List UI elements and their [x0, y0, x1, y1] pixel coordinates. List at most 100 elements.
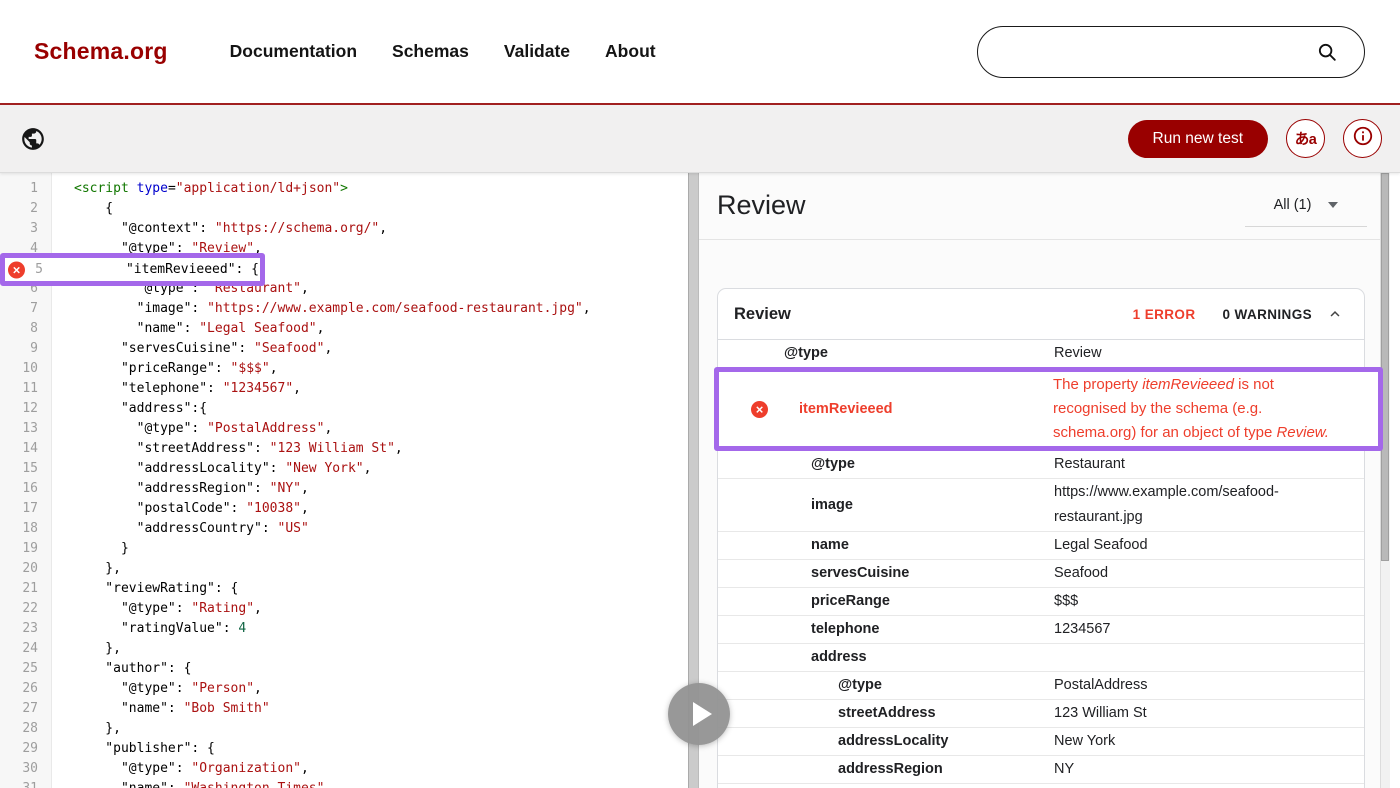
- line-number: 17: [0, 499, 38, 519]
- error-line-code: "itemRevieeed": {: [79, 262, 259, 277]
- collapse-card-button[interactable]: [1322, 301, 1348, 327]
- line-number: 13: [0, 419, 38, 439]
- property-value: Review: [1054, 340, 1306, 367]
- schema-org-logo[interactable]: Schema.org: [34, 38, 168, 65]
- filter-label: All (1): [1274, 197, 1312, 213]
- line-number: 22: [0, 599, 38, 619]
- status-badges: 1 ERROR 0 WARNINGS: [1133, 307, 1312, 322]
- code-line[interactable]: 20 },: [0, 559, 688, 579]
- code-line[interactable]: 11 "telephone": "1234567",: [0, 379, 688, 399]
- line-number: 10: [0, 359, 38, 379]
- property-value: PostalAddress: [1054, 672, 1306, 699]
- error-row: ×itemRevieeedThe property itemRevieeed i…: [714, 367, 1383, 451]
- line-number: 31: [0, 779, 38, 788]
- nav-item-validate[interactable]: Validate: [504, 41, 570, 62]
- code-text: {: [74, 201, 113, 216]
- code-line[interactable]: 7 "image": "https://www.example.com/seaf…: [0, 299, 688, 319]
- code-text: },: [74, 641, 121, 656]
- line-number: 9: [0, 339, 38, 359]
- code-line[interactable]: 9 "servesCuisine": "Seafood",: [0, 339, 688, 359]
- toolbar-actions: Run new test あa: [1128, 119, 1382, 158]
- code-line[interactable]: 24 },: [0, 639, 688, 659]
- results-panel: Review All (1) Review 1 ERROR 0 WARNINGS: [699, 173, 1390, 788]
- globe-icon[interactable]: [20, 126, 46, 152]
- code-text: "reviewRating": {: [74, 581, 238, 596]
- code-line[interactable]: 31 "name": "Washington Times": [0, 779, 688, 788]
- line-number: 30: [0, 759, 38, 779]
- code-line[interactable]: 27 "name": "Bob Smith": [0, 699, 688, 719]
- code-line[interactable]: 30 "@type": "Organization",: [0, 759, 688, 779]
- property-name: streetAddress: [718, 700, 1054, 727]
- info-button[interactable]: [1343, 119, 1382, 158]
- code-line[interactable]: 18 "addressCountry": "US": [0, 519, 688, 539]
- code-line[interactable]: 2 {: [0, 199, 688, 219]
- code-line[interactable]: 25 "author": {: [0, 659, 688, 679]
- code-line[interactable]: 22 "@type": "Rating",: [0, 599, 688, 619]
- results-filter-dropdown[interactable]: All (1): [1245, 197, 1367, 227]
- property-value: https://www.example.com/seafood-restaura…: [1054, 479, 1306, 531]
- code-text: "addressCountry": "US": [74, 521, 309, 536]
- code-line[interactable]: 19 }: [0, 539, 688, 559]
- property-name: addressRegion: [718, 756, 1054, 783]
- line-number: 11: [0, 379, 38, 399]
- table-row: @typePostalAddress: [718, 672, 1364, 700]
- property-value: Seafood: [1054, 560, 1306, 587]
- search-input[interactable]: [1000, 43, 1316, 61]
- results-scrollbar[interactable]: [1380, 173, 1390, 788]
- line-number: 21: [0, 579, 38, 599]
- code-line[interactable]: 23 "ratingValue": 4: [0, 619, 688, 639]
- line-number: 20: [0, 559, 38, 579]
- line-number: 29: [0, 739, 38, 759]
- code-text: },: [74, 561, 121, 576]
- code-text: "ratingValue": 4: [74, 621, 246, 636]
- property-table: @typeReview×itemRevieeedThe property ite…: [718, 340, 1364, 788]
- table-row: imagehttps://www.example.com/seafood-res…: [718, 479, 1364, 532]
- code-line[interactable]: 17 "postalCode": "10038",: [0, 499, 688, 519]
- property-value: 10038: [1054, 784, 1306, 788]
- code-text: "author": {: [74, 661, 191, 676]
- code-line[interactable]: 21 "reviewRating": {: [0, 579, 688, 599]
- line-number: 19: [0, 539, 38, 559]
- search-icon[interactable]: [1316, 41, 1338, 63]
- nav-item-about[interactable]: About: [605, 41, 656, 62]
- line-number: 26: [0, 679, 38, 699]
- search-box[interactable]: [977, 26, 1365, 78]
- nav-item-schemas[interactable]: Schemas: [392, 41, 469, 62]
- code-line[interactable]: 16 "addressRegion": "NY",: [0, 479, 688, 499]
- warning-count-badge: 0 WARNINGS: [1222, 307, 1312, 322]
- code-text: }: [74, 541, 129, 556]
- code-line[interactable]: 15 "addressLocality": "New York",: [0, 459, 688, 479]
- code-editor-panel[interactable]: 1<script type="application/ld+json">2 {3…: [0, 173, 688, 788]
- play-icon: [693, 702, 712, 726]
- code-line[interactable]: 13 "@type": "PostalAddress",: [0, 419, 688, 439]
- code-line[interactable]: 12 "address":{: [0, 399, 688, 419]
- error-highlight-line[interactable]: × 5 "itemRevieeed": {: [0, 253, 265, 286]
- run-new-test-button[interactable]: Run new test: [1128, 120, 1268, 158]
- nav-item-documentation[interactable]: Documentation: [230, 41, 357, 62]
- code-line[interactable]: 1<script type="application/ld+json">: [0, 179, 688, 199]
- chevron-down-icon: [1328, 202, 1338, 208]
- property-value: [1054, 657, 1306, 659]
- error-property-name: itemRevieeed: [799, 401, 893, 417]
- validator-toolbar: Run new test あa: [0, 105, 1400, 173]
- code-line[interactable]: 14 "streetAddress": "123 William St",: [0, 439, 688, 459]
- property-name: telephone: [718, 616, 1054, 643]
- property-value: Legal Seafood: [1054, 532, 1306, 559]
- table-row: telephone1234567: [718, 616, 1364, 644]
- code-line[interactable]: 26 "@type": "Person",: [0, 679, 688, 699]
- property-name: @type: [718, 451, 1054, 478]
- code-line[interactable]: 8 "name": "Legal Seafood",: [0, 319, 688, 339]
- code-text: "streetAddress": "123 William St",: [74, 441, 403, 456]
- code-text: "priceRange": "$$$",: [74, 361, 278, 376]
- code-line[interactable]: 28 },: [0, 719, 688, 739]
- code-line[interactable]: 10 "priceRange": "$$$",: [0, 359, 688, 379]
- property-name: address: [718, 644, 1054, 671]
- code-text: "image": "https://www.example.com/seafoo…: [74, 301, 591, 316]
- code-line[interactable]: 3 "@context": "https://schema.org/",: [0, 219, 688, 239]
- line-number: 24: [0, 639, 38, 659]
- line-number: 16: [0, 479, 38, 499]
- language-button[interactable]: あa: [1286, 119, 1325, 158]
- play-button[interactable]: [668, 683, 730, 745]
- code-line[interactable]: 29 "publisher": {: [0, 739, 688, 759]
- line-number: 23: [0, 619, 38, 639]
